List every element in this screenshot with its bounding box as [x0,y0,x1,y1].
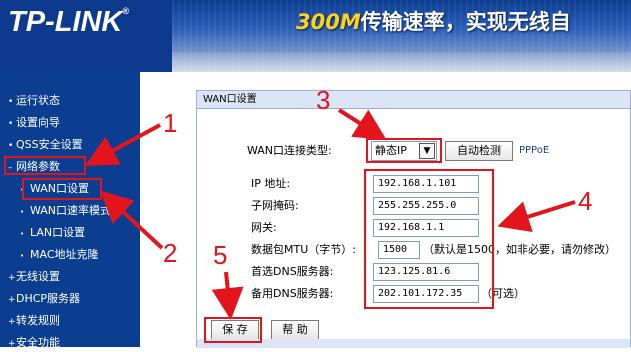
sidebar-subitem-lan-settings[interactable]: • LAN口设置 [20,225,85,241]
banner: 300M传输速率，实现无线自 [172,0,631,72]
sidebar-item-forwarding[interactable]: +转发规则 [8,313,60,329]
highlight-connection-type [366,138,442,163]
annotation-number-2: 2 [163,238,178,268]
subnet-mask-label: 子网掩码: [251,199,299,212]
sidebar-item-wizard[interactable]: • 设置向导 [8,115,60,131]
sidebar-item-status[interactable]: • 运行状态 [8,93,60,109]
sidebar-subitem-mac-clone[interactable]: • MAC地址克隆 [20,247,99,263]
primary-dns-label: 首选DNS服务器: [251,265,334,278]
highlight-ip-fields [364,169,494,309]
highlight-wan-settings [22,178,102,200]
annotation-number-3: 3 [316,85,331,115]
connection-type-label: WAN口连接类型: [247,144,332,157]
auto-detect-button[interactable]: 自动检测 [445,141,513,161]
secondary-dns-label: 备用DNS服务器: [251,287,334,300]
help-button[interactable]: 帮 助 [271,320,319,340]
sidebar-item-dhcp[interactable]: +DHCP服务器 [8,291,80,307]
pppoe-label: PPPoE [519,145,550,156]
sidebar-item-security[interactable]: +安全功能 [8,335,60,351]
panel-title: WAN口设置 [197,91,630,109]
sidebar-item-qss[interactable]: • QSS安全设置 [8,137,83,153]
highlight-network-params [4,156,86,175]
mtu-label: 数据包MTU（字节）: [251,243,356,256]
banner-text: 300M传输速率，实现无线自 [296,10,571,34]
annotation-number-5: 5 [213,240,228,270]
sidebar-item-wireless[interactable]: +无线设置 [8,269,60,285]
banner-glow [172,52,631,72]
sidebar-subitem-wan-speed[interactable]: • WAN口速率模式 [20,203,111,219]
ip-address-label: IP 地址: [251,177,291,190]
gateway-label: 网关: [251,221,277,234]
tp-link-logo: TP-LINK® [8,6,130,38]
highlight-save-button [204,317,262,343]
logo-area: TP-LINK® [0,0,172,72]
annotation-number-4: 4 [578,186,593,216]
sidebar: • 运行状态 • 设置向导 • QSS安全设置 – 网络参数 • WAN口设置 • WAN口… [0,72,140,349]
annotation-number-1: 1 [163,108,178,138]
header: TP-LINK® 300M传输速率，实现无线自 [0,0,631,72]
